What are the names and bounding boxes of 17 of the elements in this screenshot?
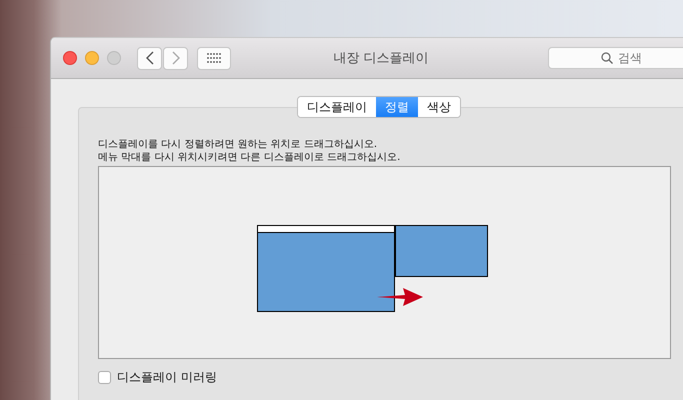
checkbox[interactable] <box>98 371 111 384</box>
search-icon <box>601 52 613 64</box>
secondary-display[interactable] <box>395 225 488 277</box>
chevron-left-icon <box>146 51 154 65</box>
chevron-right-icon <box>172 51 180 65</box>
checkbox-label: 디스플레이 미러링 <box>117 369 217 386</box>
window-title: 내장 디스플레이 <box>332 50 430 67</box>
instruction-text: 디스플레이를 다시 정렬하려면 원하는 위치로 드래그하십시오. <box>98 138 378 151</box>
show-all-button[interactable] <box>197 46 231 70</box>
back-button[interactable] <box>137 46 162 70</box>
minimize-button[interactable] <box>85 51 99 65</box>
grid-icon <box>207 53 221 63</box>
instruction-text: 메뉴 막대를 다시 위치시키려면 다른 디스플레이로 드래그하십시오. <box>98 151 402 164</box>
close-button[interactable] <box>63 51 77 65</box>
search-field[interactable]: 검색 <box>548 47 683 69</box>
menu-bar-strip[interactable] <box>258 226 394 233</box>
main-display[interactable] <box>257 225 395 312</box>
